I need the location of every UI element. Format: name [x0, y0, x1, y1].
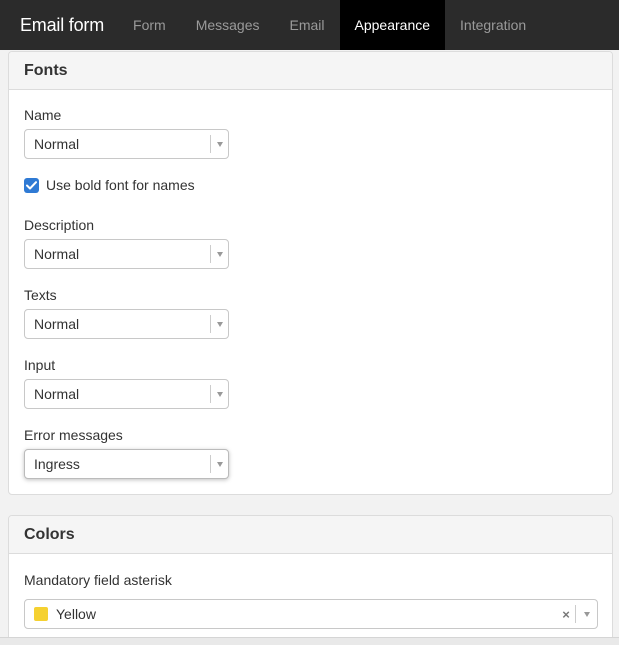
input-font-select[interactable]: Normal — [24, 379, 229, 409]
fonts-panel: Fonts Name Normal Use bold font for name… — [8, 51, 613, 495]
description-label: Description — [24, 217, 95, 233]
asterisk-color-label: Mandatory field asterisk — [24, 572, 172, 588]
tab-appearance[interactable]: Appearance — [339, 0, 446, 50]
fonts-panel-heading: Fonts — [9, 52, 612, 90]
name-font-select[interactable]: Normal — [24, 129, 229, 159]
asterisk-color-select[interactable]: Yellow × — [24, 599, 598, 629]
tab-email[interactable]: Email — [275, 0, 340, 50]
name-label: Name — [24, 107, 62, 123]
colors-panel-heading: Colors — [9, 516, 612, 554]
texts-font-value: Normal — [34, 316, 80, 332]
chevron-down-icon — [210, 245, 228, 263]
asterisk-color-value: Yellow — [56, 606, 96, 622]
chevron-down-icon — [210, 315, 228, 333]
texts-font-select[interactable]: Normal — [24, 309, 229, 339]
error-messages-font-select[interactable]: Ingress — [24, 449, 229, 479]
color-swatch — [34, 607, 48, 621]
bold-names-label: Use bold font for names — [46, 177, 195, 193]
input-label: Input — [24, 357, 56, 373]
description-font-value: Normal — [34, 246, 80, 262]
chevron-down-icon — [210, 135, 228, 153]
error-messages-label: Error messages — [24, 427, 123, 443]
bottom-bar — [0, 637, 619, 645]
chevron-down-icon[interactable] — [575, 605, 597, 623]
texts-label: Texts — [24, 287, 57, 303]
name-font-value: Normal — [34, 136, 80, 152]
colors-panel: Colors Mandatory field asterisk Yellow × — [8, 515, 613, 645]
check-icon[interactable] — [24, 177, 39, 193]
tab-integration[interactable]: Integration — [445, 0, 541, 50]
error-messages-font-value: Ingress — [34, 456, 80, 472]
bold-names-checkbox-row[interactable]: Use bold font for names — [24, 177, 195, 193]
app-brand[interactable]: Email form — [0, 0, 118, 50]
chevron-down-icon — [210, 385, 228, 403]
top-navbar: Email form Form Messages Email Appearanc… — [0, 0, 619, 50]
tab-messages[interactable]: Messages — [181, 0, 275, 50]
input-font-value: Normal — [34, 386, 80, 402]
chevron-down-icon — [210, 455, 228, 473]
close-icon[interactable]: × — [557, 607, 575, 622]
tab-form[interactable]: Form — [118, 0, 181, 50]
description-font-select[interactable]: Normal — [24, 239, 229, 269]
